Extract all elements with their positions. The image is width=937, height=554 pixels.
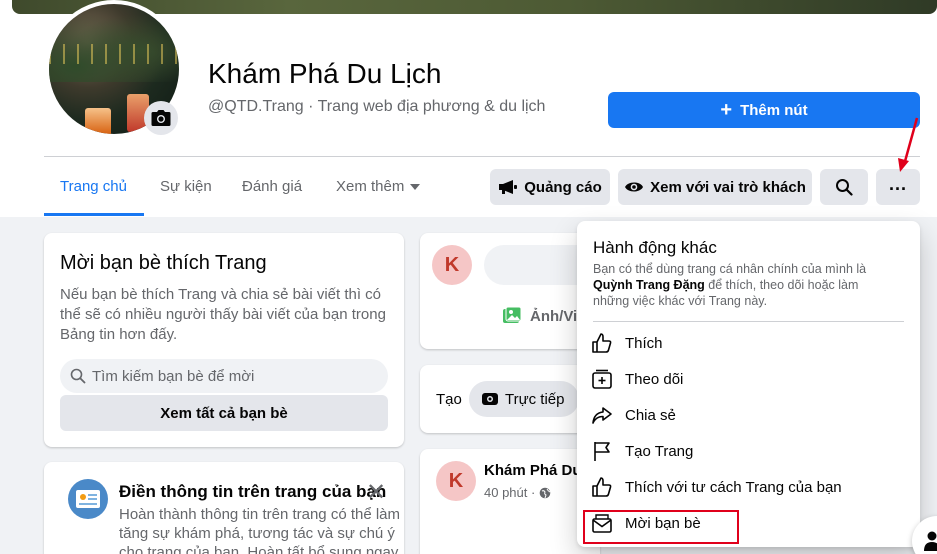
menu-divider [593, 321, 904, 322]
globe-icon [540, 487, 551, 498]
add-button[interactable]: + Thêm nút [608, 92, 920, 128]
post-author[interactable]: Khám Phá Du [484, 462, 582, 479]
menu-title: Hành động khác [593, 238, 717, 257]
search-button[interactable] [820, 169, 868, 205]
menu-item-like-as-page[interactable]: Thích với tư cách Trang của bạn [591, 469, 911, 505]
more-actions-menu: Hành động khác Bạn có thể dùng trang cá … [577, 221, 920, 547]
person-icon [924, 531, 937, 551]
menu-item-like-label: Thích [625, 334, 663, 352]
post-timestamp[interactable]: 40 phút · [484, 485, 551, 500]
post-time-text: 40 phút · [484, 485, 536, 500]
tab-more-label: Xem thêm [336, 178, 405, 195]
share-icon [591, 404, 613, 426]
live-video-icon [482, 393, 498, 405]
tab-reviews[interactable]: Đánh giá [242, 178, 302, 195]
photo-video-label: Ảnh/Vi [530, 307, 578, 325]
eye-icon [625, 182, 644, 192]
info-card-description: Hoàn thành thông tin trên trang có thể l… [119, 506, 401, 554]
profile-info-icon [68, 479, 108, 519]
live-button[interactable]: Trực tiếp [469, 381, 579, 417]
page-title: Khám Phá Du Lịch [208, 58, 442, 89]
menu-item-like[interactable]: Thích [591, 325, 911, 361]
menu-item-create-page[interactable]: Tạo Trang [591, 433, 911, 469]
info-card-title: Điền thông tin trên trang của bạn [119, 482, 387, 501]
ellipsis-icon: ... [888, 174, 907, 194]
friend-search-input[interactable]: Tìm kiếm bạn bè để mời [60, 359, 388, 393]
search-icon [70, 368, 86, 384]
menu-item-share-label: Chia sẻ [625, 406, 676, 424]
menu-item-share[interactable]: Chia sẻ [591, 397, 911, 433]
megaphone-icon [499, 180, 518, 194]
thumbs-up-icon [591, 476, 613, 498]
active-tab-indicator [44, 213, 144, 216]
highlight-box [583, 510, 739, 544]
close-icon[interactable]: ✕ [366, 478, 386, 507]
composer-avatar[interactable]: K [432, 245, 472, 285]
photo-icon [503, 306, 522, 323]
add-button-label: Thêm nút [740, 101, 808, 119]
menu-item-like-as-page-label: Thích với tư cách Trang của bạn [625, 478, 842, 496]
ads-button-label: Quảng cáo [524, 178, 602, 196]
follow-icon [591, 368, 613, 390]
menu-item-follow[interactable]: Theo dõi [591, 361, 911, 397]
tab-home[interactable]: Trang chủ [60, 178, 127, 195]
photo-video-button[interactable]: Ảnh/Vi [502, 306, 577, 326]
menu-item-create-page-label: Tạo Trang [625, 442, 694, 460]
friend-search-placeholder: Tìm kiếm bạn bè để mời [92, 367, 255, 385]
invite-card-title: Mời bạn bè thích Trang [60, 252, 267, 274]
more-actions-button[interactable]: ... [876, 169, 920, 205]
view-as-visitor-button[interactable]: Xem với vai trò khách [618, 169, 812, 205]
flag-icon [591, 440, 613, 462]
plus-icon: + [720, 99, 733, 121]
ads-button[interactable]: Quảng cáo [490, 169, 610, 205]
header-divider [44, 156, 920, 157]
page-handle-category: @QTD.Trang · Trang web địa phương & du l… [208, 98, 546, 115]
thumbs-up-icon [591, 332, 613, 354]
menu-item-follow-label: Theo dõi [625, 370, 684, 388]
see-all-friends-button[interactable]: Xem tất cả bạn bè [60, 395, 388, 431]
tab-more[interactable]: Xem thêm [336, 178, 421, 195]
live-label: Trực tiếp [505, 390, 565, 408]
menu-description: Bạn có thể dùng trang cá nhân chính của … [593, 262, 867, 308]
create-label: Tạo [436, 391, 462, 408]
view-as-visitor-label: Xem với vai trò khách [650, 178, 806, 196]
search-icon [836, 179, 853, 196]
caret-down-icon [410, 183, 421, 190]
post-author-avatar[interactable]: K [436, 461, 476, 501]
invite-card-description: Nếu bạn bè thích Trang và chia sẻ bài vi… [60, 286, 386, 343]
camera-icon[interactable] [144, 101, 178, 135]
tab-events[interactable]: Sự kiện [160, 178, 212, 195]
